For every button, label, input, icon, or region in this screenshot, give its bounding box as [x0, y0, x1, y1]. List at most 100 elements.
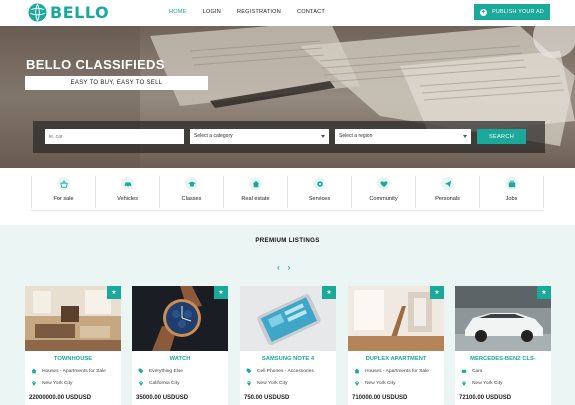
listing-card[interactable]: ★ SAMSUNG NOTE 4 Cell Phones - Accessori…	[240, 286, 336, 405]
listing-location-label: New York City	[257, 380, 288, 386]
nav-registration[interactable]: REGISTRATION	[237, 9, 281, 15]
divider	[31, 210, 544, 211]
listing-category: Houses - Apartments for Sale	[31, 368, 106, 374]
listing-location: New York City	[246, 380, 287, 386]
map-marker-icon	[32, 381, 36, 386]
hero-subtitle: EASY TO BUY, EASY TO SELL	[25, 76, 208, 90]
hero-title: BELLO CLASSIFIEDS	[26, 57, 165, 72]
listing-location: New York City	[354, 380, 395, 386]
main-nav: HOME LOGIN REGISTRATION CONTACT	[169, 9, 341, 15]
featured-star-icon: ★	[107, 286, 121, 299]
category-select-label: Select a category	[194, 133, 233, 139]
listing-title[interactable]: SAMSUNG NOTE 4	[240, 356, 336, 362]
site-header: BELLO HOME LOGIN REGISTRATION CONTACT + …	[0, 0, 575, 26]
listing-location-label: New York City	[472, 380, 503, 386]
region-select[interactable]: Select a region	[335, 129, 471, 144]
listing-category: Everything Else	[138, 368, 183, 374]
premium-listings-section: PREMIUM LISTINGS ‹ › ★ TOWNHOUSE Houses …	[0, 225, 575, 405]
chevron-right-icon[interactable]: ›	[288, 263, 291, 272]
listing-price: 710000.00 USDUSD	[352, 395, 408, 401]
heart-icon	[377, 177, 390, 190]
chevron-left-icon[interactable]: ‹	[277, 263, 280, 272]
chevron-down-icon	[463, 135, 467, 138]
category-jobs[interactable]: Jobs	[480, 176, 544, 208]
listing-title[interactable]: WATCH	[132, 356, 228, 362]
tag-icon	[138, 368, 144, 374]
listing-category-label: Houses - Apartments for Sale	[42, 368, 106, 374]
listing-card[interactable]: ★ DUPLEX APARTMENT Houses - Apartments f…	[348, 286, 444, 405]
listing-location-label: New York City	[365, 380, 396, 386]
nav-login[interactable]: LOGIN	[203, 9, 221, 15]
listing-category-label: Cell Phones - Accessories	[257, 368, 314, 374]
category-label: Real estate	[241, 196, 270, 202]
category-real-estate[interactable]: Real estate	[224, 176, 288, 208]
listing-price: 22000000.00 USDUSD	[29, 395, 92, 401]
map-marker-icon	[355, 381, 359, 386]
cog-icon	[313, 177, 326, 190]
briefcase-icon	[505, 177, 518, 190]
publish-ad-label: PUBLISH YOUR AD	[492, 9, 544, 15]
category-label: Services	[308, 196, 331, 202]
listing-category-label: Cars	[472, 368, 483, 374]
home-icon	[31, 368, 37, 374]
listing-location: New York City	[461, 380, 502, 386]
category-label: Personals	[435, 196, 460, 202]
listing-image[interactable]: ★	[455, 286, 551, 351]
listing-title[interactable]: DUPLEX APARTMENT	[348, 356, 444, 362]
category-services[interactable]: Services	[288, 176, 352, 208]
publish-ad-button[interactable]: + PUBLISH YOUR AD	[474, 4, 550, 20]
category-label: For sale	[53, 196, 74, 202]
listing-location-label: New York City	[42, 380, 73, 386]
listing-location: New York City	[31, 380, 72, 386]
listing-image[interactable]: ★	[25, 286, 121, 351]
category-for-sale[interactable]: For sale	[31, 176, 96, 208]
category-label: Jobs	[505, 196, 518, 202]
category-select[interactable]: Select a category	[190, 129, 329, 144]
listing-location-label: California City	[149, 380, 180, 386]
category-classes[interactable]: Classes	[160, 176, 224, 208]
category-bar: For sale Vehicles Classes Real estate Se…	[31, 176, 544, 208]
listing-category-label: Houses - Apartments for Sale	[365, 368, 429, 374]
category-vehicles[interactable]: Vehicles	[96, 176, 160, 208]
category-personals[interactable]: Personals	[416, 176, 480, 208]
plus-icon: +	[480, 8, 488, 16]
listing-image[interactable]: ★	[132, 286, 228, 351]
map-marker-icon	[462, 381, 466, 386]
search-bar: Select a category Select a region SEARCH	[33, 121, 545, 153]
featured-star-icon: ★	[322, 286, 336, 299]
listing-category: Houses - Apartments for Sale	[354, 368, 429, 374]
nav-contact[interactable]: CONTACT	[297, 9, 325, 15]
search-input[interactable]	[45, 129, 184, 144]
home-icon	[249, 177, 262, 190]
listing-title[interactable]: TOWNHOUSE	[25, 356, 121, 362]
category-label: Classes	[181, 196, 202, 202]
featured-star-icon: ★	[430, 286, 444, 299]
home-icon	[354, 368, 360, 374]
category-community[interactable]: Community	[352, 176, 416, 208]
listing-title[interactable]: MERCEDES-BENZ CLS-	[455, 356, 551, 362]
listing-category-label: Everything Else	[149, 368, 183, 374]
section-title: PREMIUM LISTINGS	[255, 237, 320, 244]
featured-star-icon: ★	[214, 286, 228, 299]
category-label: Community	[369, 196, 398, 202]
logo[interactable]: BELLO	[28, 3, 109, 22]
car-icon	[461, 369, 467, 373]
listing-card[interactable]: ★ WATCH Everything Else California City …	[132, 286, 228, 405]
listing-price: 72100.00 USDUSD	[459, 395, 512, 401]
listing-card[interactable]: ★ MERCEDES-BENZ CLS- Cars New York City …	[455, 286, 551, 405]
listing-image[interactable]: ★	[348, 286, 444, 351]
nav-home[interactable]: HOME	[169, 9, 187, 15]
listing-image[interactable]: ★	[240, 286, 336, 351]
listing-category: Cell Phones - Accessories	[246, 368, 314, 374]
tag-icon	[246, 368, 252, 374]
featured-star-icon: ★	[537, 286, 551, 299]
carousel-nav: ‹ ›	[277, 263, 290, 272]
globe-logo-icon	[28, 3, 47, 22]
listing-card[interactable]: ★ TOWNHOUSE Houses - Apartments for Sale…	[25, 286, 121, 405]
graduation-cap-icon	[185, 177, 198, 190]
search-button[interactable]: SEARCH	[477, 129, 526, 144]
paper-plane-icon	[441, 177, 454, 190]
logo-text: BELLO	[50, 3, 110, 22]
shopping-basket-icon	[57, 177, 70, 190]
listing-price: 35000.00 USDUSD	[136, 395, 189, 401]
